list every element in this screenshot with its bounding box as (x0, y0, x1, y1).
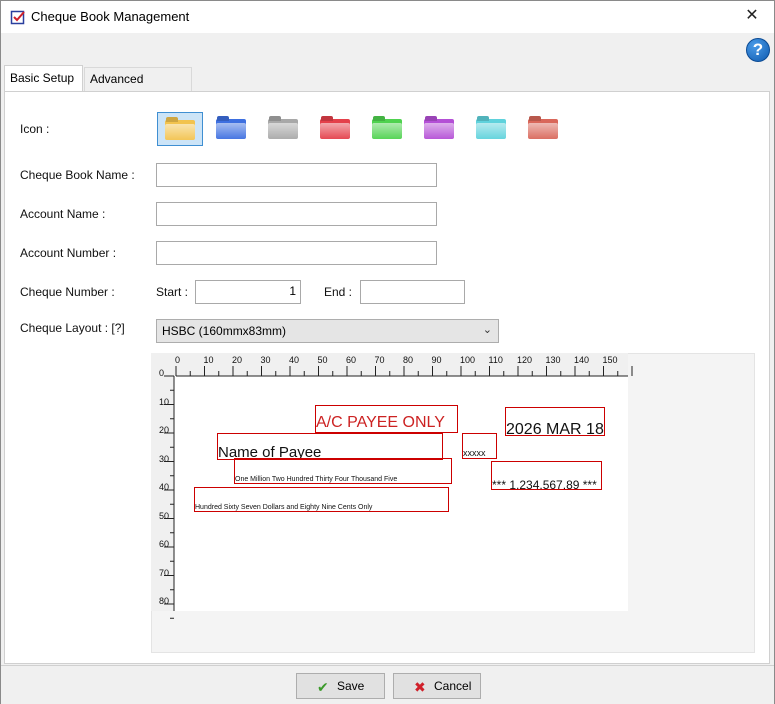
tab-advanced-settings[interactable]: Advanced Settings (84, 67, 192, 108)
account-name-input[interactable] (156, 202, 437, 226)
folder-icon (372, 119, 402, 139)
field-amount-words-1[interactable]: One Million Two Hundred Thirty Four Thou… (234, 458, 452, 484)
account-number-label: Account Number : (20, 246, 117, 260)
button-bar (1, 665, 774, 704)
date-text: 2026 MAR 18 (506, 421, 604, 436)
icon-label: Icon : (20, 122, 50, 136)
end-number-input[interactable] (360, 280, 465, 304)
window-title: Cheque Book Management (31, 9, 190, 24)
amount-text: *** 1,234,567.89 *** (492, 478, 597, 490)
field-amount[interactable]: *** 1,234,567.89 *** (491, 461, 602, 490)
icon-option-salmon[interactable] (521, 112, 567, 146)
icon-option-purple[interactable] (417, 112, 463, 146)
icon-option-yellow[interactable] (157, 112, 203, 146)
tab-basic-setup[interactable]: Basic Setup (4, 65, 83, 92)
field-payee[interactable]: Name of Payee (217, 433, 443, 460)
account-number-input[interactable] (156, 241, 437, 265)
start-label: Start : (156, 285, 189, 299)
cheque-layout-label[interactable]: Cheque Layout : [?] (20, 321, 125, 335)
cheque-book-name-label: Cheque Book Name : (20, 168, 135, 182)
folder-icon (528, 119, 558, 139)
amount-words-1-text: One Million Two Hundred Thirty Four Thou… (235, 476, 398, 483)
icon-option-blue[interactable] (209, 112, 255, 146)
field-xxxx[interactable]: xxxxx (462, 433, 497, 459)
folder-icon (424, 119, 454, 139)
folder-icon (320, 119, 350, 139)
ac-payee-text: A/C PAYEE ONLY (316, 414, 445, 431)
close-button[interactable]: ✕ (730, 1, 774, 32)
start-number-input[interactable]: 1 (195, 280, 301, 304)
cheque-layout-select[interactable]: HSBC (160mmx83mm) ⌄ (156, 319, 499, 343)
folder-icon (268, 119, 298, 139)
folder-icon (165, 120, 195, 140)
cheque-number-label: Cheque Number : (20, 285, 115, 299)
cheque-book-name-input[interactable] (156, 163, 437, 187)
amount-words-2-text: Hundred Sixty Seven Dollars and Eighty N… (195, 504, 373, 511)
cheque-layout-value: HSBC (160mmx83mm) (162, 324, 287, 338)
check-icon: ✔ (317, 679, 329, 695)
folder-icon (216, 119, 246, 139)
icon-option-red[interactable] (313, 112, 359, 146)
save-button[interactable]: ✔ Save (296, 673, 385, 699)
cancel-button[interactable]: ✖ Cancel (393, 673, 481, 699)
folder-icon (476, 119, 506, 139)
icon-option-cyan[interactable] (469, 112, 515, 146)
chevron-down-icon: ⌄ (482, 324, 492, 336)
account-name-label: Account Name : (20, 207, 106, 221)
field-date[interactable]: 2026 MAR 18 (505, 407, 605, 436)
title-bar: Cheque Book Management ✕ (1, 1, 774, 33)
cheque-app-icon (10, 10, 25, 25)
field-amount-words-2[interactable]: Hundred Sixty Seven Dollars and Eighty N… (194, 487, 449, 512)
xxxx-text: xxxxx (463, 448, 486, 458)
field-ac-payee[interactable]: A/C PAYEE ONLY (315, 405, 458, 433)
dialog-window: Cheque Book Management ✕ ? Basic Setup A… (0, 0, 775, 704)
end-label: End : (324, 285, 353, 299)
save-label: Save (337, 679, 365, 693)
icon-option-gray[interactable] (261, 112, 307, 146)
cross-icon: ✖ (414, 679, 426, 695)
help-icon[interactable]: ? (746, 38, 770, 62)
cancel-label: Cancel (434, 679, 472, 693)
icon-option-green[interactable] (365, 112, 411, 146)
